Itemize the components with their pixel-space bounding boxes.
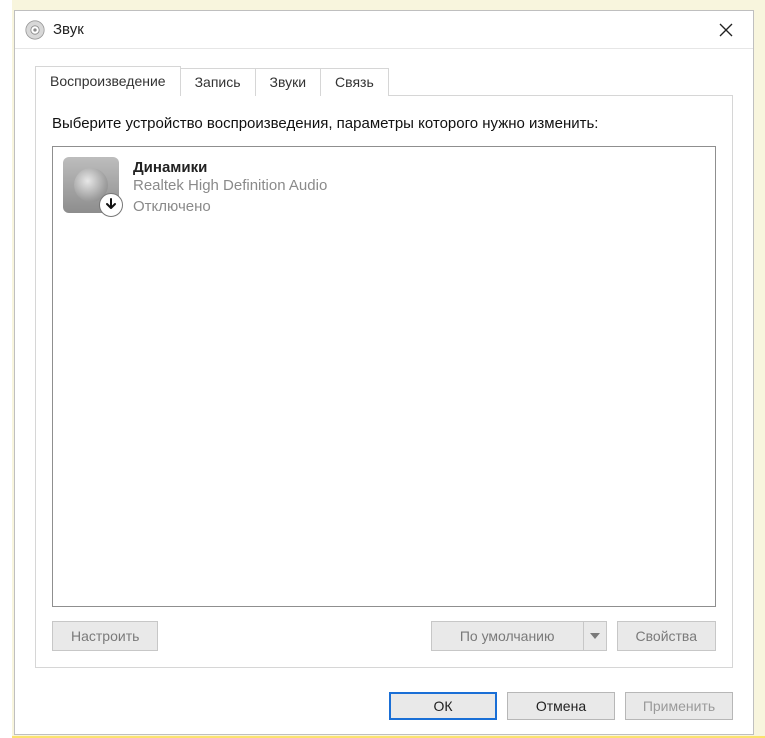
- speaker-icon: [63, 157, 119, 213]
- playback-panel: Выберите устройство воспроизведения, пар…: [35, 95, 733, 668]
- window-title: Звук: [53, 21, 705, 38]
- sound-app-icon: [25, 20, 45, 40]
- status-overlay-disabled-icon: [99, 193, 123, 217]
- properties-button: Свойства: [617, 621, 716, 651]
- panel-button-row: Настроить По умолчанию Свойства: [52, 621, 716, 651]
- apply-button: Применить: [625, 692, 733, 720]
- chevron-down-icon: [590, 633, 600, 639]
- ok-button[interactable]: ОК: [389, 692, 497, 720]
- device-name: Динамики: [133, 159, 327, 176]
- tab-recording[interactable]: Запись: [180, 68, 256, 96]
- tab-playback[interactable]: Воспроизведение: [35, 66, 181, 96]
- set-default-dropdown: [583, 621, 607, 651]
- titlebar: Звук: [15, 11, 753, 49]
- cancel-button[interactable]: Отмена: [507, 692, 615, 720]
- close-icon: [719, 23, 733, 37]
- set-default-button: По умолчанию: [431, 621, 583, 651]
- tab-communications[interactable]: Связь: [320, 68, 389, 96]
- instruction-text: Выберите устройство воспроизведения, пар…: [52, 114, 716, 134]
- tab-sounds[interactable]: Звуки: [255, 68, 322, 96]
- device-driver: Realtek High Definition Audio: [133, 176, 327, 196]
- dialog-content: Воспроизведение Запись Звуки Связь Выбер…: [15, 49, 753, 680]
- device-text: Динамики Realtek High Definition Audio О…: [133, 157, 327, 217]
- close-button[interactable]: [705, 15, 747, 45]
- sound-dialog: Звук Воспроизведение Запись Звуки Связь …: [14, 10, 754, 735]
- set-default-split-button: По умолчанию: [431, 621, 607, 651]
- tab-strip: Воспроизведение Запись Звуки Связь: [35, 67, 733, 95]
- dialog-button-row: ОК Отмена Применить: [15, 680, 753, 734]
- device-list[interactable]: Динамики Realtek High Definition Audio О…: [52, 146, 716, 607]
- configure-button: Настроить: [52, 621, 158, 651]
- device-status: Отключено: [133, 197, 327, 217]
- background-left-gutter: [0, 0, 12, 738]
- device-item-speakers[interactable]: Динамики Realtek High Definition Audio О…: [59, 153, 709, 221]
